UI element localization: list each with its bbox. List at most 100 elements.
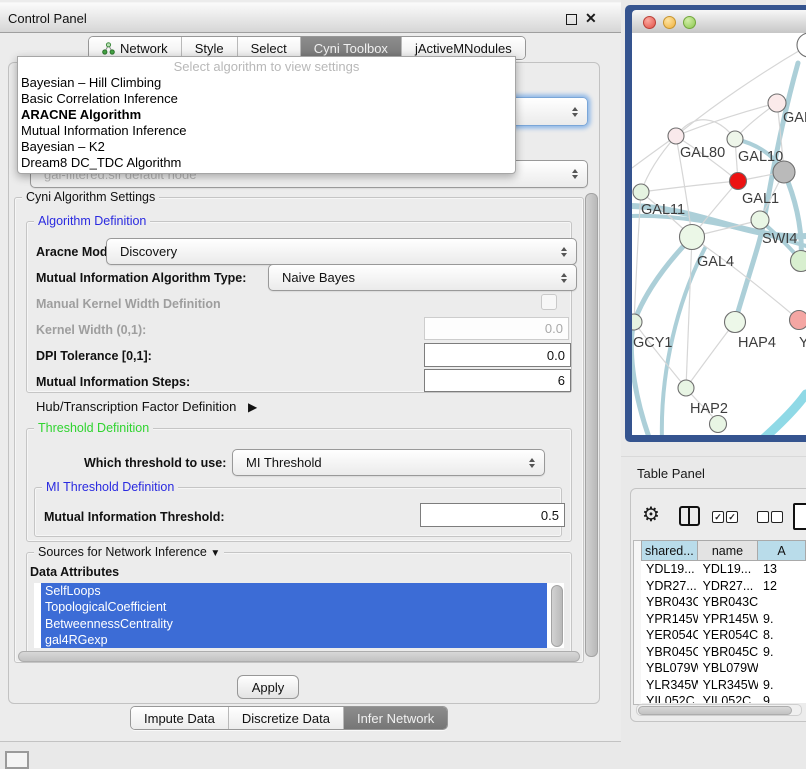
table-column-header[interactable]: A xyxy=(758,540,806,561)
apply-button[interactable]: Apply xyxy=(237,675,299,699)
table-cell: 13 xyxy=(758,561,806,578)
tab-infer-network[interactable]: Infer Network xyxy=(344,707,447,729)
network-window-titlebar[interactable] xyxy=(632,10,806,34)
combo-stepper-icon xyxy=(561,247,568,257)
hub-definition-section[interactable]: Hub/Transcription Factor Definition ▶ xyxy=(36,399,257,414)
algorithm-option[interactable]: Dream8 DC_TDC Algorithm xyxy=(18,155,515,171)
attribute-list-item[interactable]: SelfLoops xyxy=(41,583,547,599)
apply-button-label: Apply xyxy=(252,680,285,695)
collapsed-arrow-icon[interactable]: ▶ xyxy=(248,400,257,414)
network-node[interactable] xyxy=(725,312,746,333)
settings-horizontal-scrollbar[interactable] xyxy=(18,651,580,662)
network-node[interactable] xyxy=(632,314,642,330)
close-traffic-light-icon[interactable] xyxy=(643,16,656,29)
table-row[interactable]: YER054CYER054C8. xyxy=(641,627,806,644)
network-node[interactable] xyxy=(751,211,769,229)
table-row[interactable]: YIL052CYIL052C9 xyxy=(641,693,806,703)
network-node[interactable] xyxy=(710,416,727,433)
attributes-list-scrollbar[interactable] xyxy=(551,585,563,647)
tab-impute-data[interactable]: Impute Data xyxy=(131,707,229,729)
network-edge[interactable] xyxy=(676,103,777,136)
minimize-traffic-light-icon[interactable] xyxy=(663,16,676,29)
table-column-header[interactable]: name xyxy=(698,540,758,561)
network-node[interactable] xyxy=(773,161,795,183)
table-row[interactable]: YDR27...YDR27...12 xyxy=(641,578,806,595)
show-columns-icon[interactable] xyxy=(679,506,700,526)
tab-network-label: Network xyxy=(120,41,168,56)
algorithm-option[interactable]: Mutual Information Inference xyxy=(18,123,515,139)
settings-vertical-scrollbar[interactable] xyxy=(585,193,598,657)
minimized-panel-icon[interactable] xyxy=(5,751,29,769)
mi-threshold-definition-title: MI Threshold Definition xyxy=(42,480,178,494)
network-node[interactable] xyxy=(727,131,743,147)
table-cell xyxy=(758,594,806,611)
table-row[interactable]: YBL079WYBL079W xyxy=(641,660,806,677)
manual-kernel-width-label: Manual Kernel Width Definition xyxy=(36,297,221,311)
mi-threshold-input[interactable]: 0.5 xyxy=(420,503,565,527)
network-node[interactable] xyxy=(678,380,694,396)
table-settings-gear-icon[interactable]: ⚙ xyxy=(642,504,660,526)
tab-impute-data-label: Impute Data xyxy=(144,711,215,726)
network-edge[interactable] xyxy=(762,394,806,435)
network-node-label: GAL1 xyxy=(742,191,779,207)
control-panel-titlebar[interactable]: Control Panel ✕ xyxy=(0,2,621,33)
control-panel-window: Control Panel ✕ Network Style Select Cyn… xyxy=(0,0,621,742)
attribute-list-item[interactable]: TopologicalCoefficient xyxy=(41,599,547,615)
cyni-algorithm-settings-title: Cyni Algorithm Settings xyxy=(22,190,159,204)
which-threshold-combo[interactable]: MI Threshold xyxy=(232,449,545,476)
data-attributes-list[interactable]: SelfLoopsTopologicalCoefficientBetweenne… xyxy=(34,583,564,648)
dpi-tolerance-input[interactable]: 0.0 xyxy=(424,343,571,367)
desktop: { "icons": { "gear": "⚙", "close": "✕", … xyxy=(0,0,806,762)
network-view-canvas[interactable]: GALGAL80GAL10GAL1GAL11SWI4GAL4GCY1HAP4YH… xyxy=(632,33,806,435)
table-row[interactable]: YDL19...YDL19...13 xyxy=(641,561,806,578)
algorithm-option[interactable]: Bayesian – K2 xyxy=(18,139,515,155)
table-hscroll-thumb[interactable] xyxy=(638,706,792,715)
network-edge[interactable] xyxy=(641,181,738,192)
expanded-arrow-icon[interactable]: ▼ xyxy=(210,548,220,559)
algorithm-option[interactable]: ARACNE Algorithm xyxy=(18,107,515,123)
network-node[interactable] xyxy=(797,33,806,57)
zoom-traffic-light-icon[interactable] xyxy=(683,16,696,29)
hub-definition-label: Hub/Transcription Factor Definition xyxy=(36,399,236,414)
network-node[interactable] xyxy=(791,251,806,272)
close-icon[interactable]: ✕ xyxy=(585,10,597,27)
mi-algorithm-type-combo[interactable]: Naive Bayes xyxy=(268,264,577,291)
select-all-checkbox-icon[interactable]: ✓ xyxy=(712,511,724,523)
manual-kernel-width-checkbox[interactable] xyxy=(541,294,557,310)
table-row[interactable]: YBR045CYBR045C9. xyxy=(641,644,806,661)
kernel-width-input[interactable]: 0.0 xyxy=(424,317,569,340)
attribute-list-item[interactable]: gal4RGexp xyxy=(41,632,547,648)
tab-discretize-data[interactable]: Discretize Data xyxy=(229,707,344,729)
deselect-all-checkbox-icon[interactable] xyxy=(757,511,769,523)
network-node[interactable] xyxy=(668,128,684,144)
network-edge[interactable] xyxy=(641,136,676,192)
mi-steps-input[interactable]: 6 xyxy=(424,369,571,392)
select-all-checkbox-icon[interactable]: ✓ xyxy=(726,511,738,523)
network-node[interactable] xyxy=(790,311,806,330)
node-attribute-table[interactable]: shared...nameA YDL19...YDL19...13YDR27..… xyxy=(641,540,806,703)
algorithm-option[interactable]: Bayesian – Hill Climbing xyxy=(18,75,515,91)
network-node[interactable] xyxy=(633,184,649,200)
algorithm-option[interactable]: Basic Correlation Inference xyxy=(18,91,515,107)
table-horizontal-scrollbar[interactable] xyxy=(636,704,802,716)
network-edge[interactable] xyxy=(686,237,692,388)
tab-jactivemnodules-label: jActiveMNodules xyxy=(415,41,512,56)
network-node[interactable] xyxy=(680,225,705,250)
table-row[interactable]: YLR345WYLR345W9. xyxy=(641,677,806,694)
float-window-icon[interactable] xyxy=(566,14,577,25)
table-row[interactable]: YBR043CYBR043C xyxy=(641,594,806,611)
table-row[interactable]: YPR145WYPR145W9. xyxy=(641,611,806,628)
export-table-icon[interactable] xyxy=(793,503,806,530)
tab-infer-network-label: Infer Network xyxy=(357,711,434,726)
attribute-list-item[interactable]: BetweennessCentrality xyxy=(41,616,547,632)
network-edge[interactable] xyxy=(634,322,686,388)
deselect-all-checkbox-icon[interactable] xyxy=(771,511,783,523)
which-threshold-value: MI Threshold xyxy=(246,455,322,470)
sources-group-title[interactable]: Sources for Network Inference ▼ xyxy=(34,545,224,559)
table-cell: YIL052C xyxy=(698,693,758,703)
aracne-mode-combo[interactable]: Discovery xyxy=(106,238,577,265)
network-icon xyxy=(102,42,115,55)
network-edge[interactable] xyxy=(686,322,735,388)
table-column-header[interactable]: shared... xyxy=(641,540,698,561)
network-node[interactable] xyxy=(730,173,747,190)
